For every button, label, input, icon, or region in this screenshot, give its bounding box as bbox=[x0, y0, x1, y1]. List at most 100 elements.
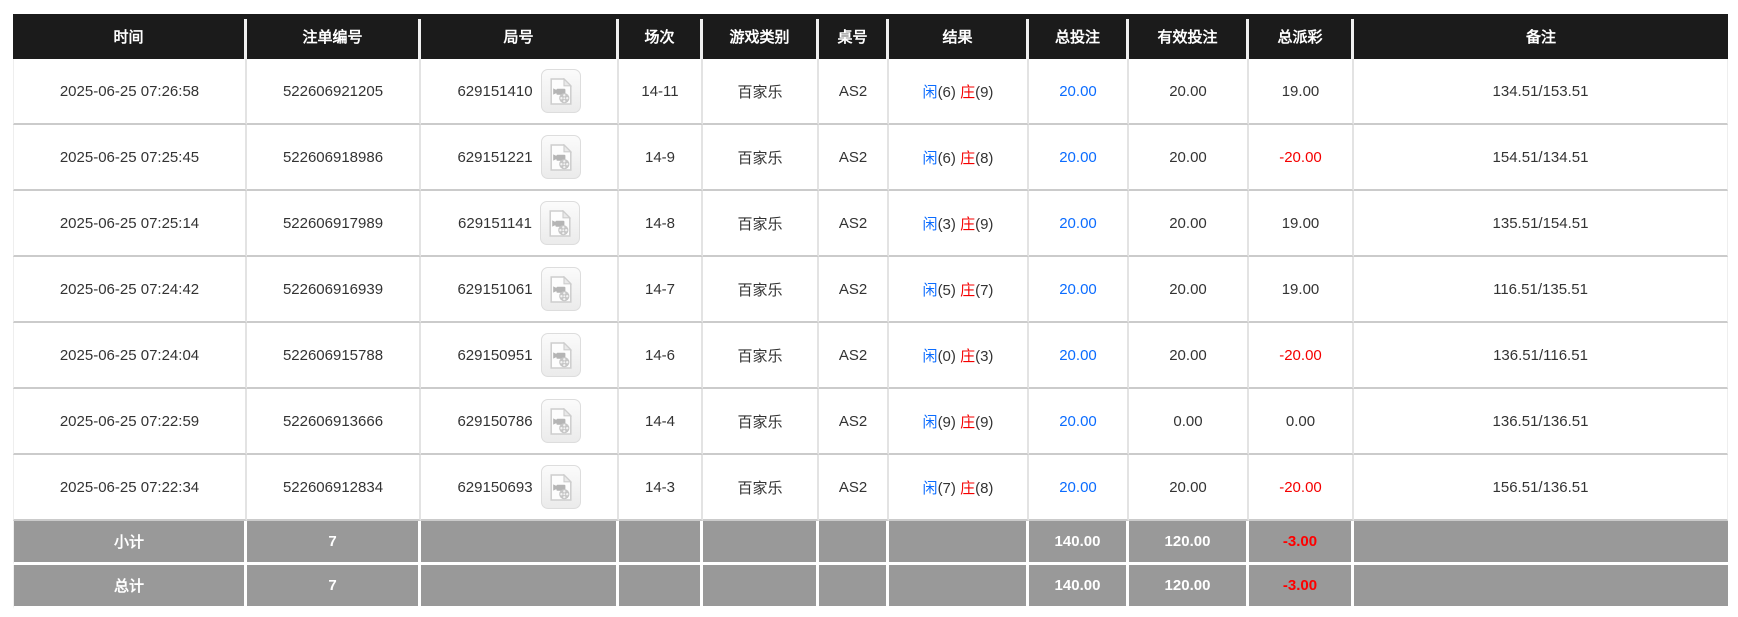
cell-table-no: AS2 bbox=[819, 125, 889, 191]
header-top-strip bbox=[13, 14, 1728, 19]
bet-records-table: 时间 注单编号 局号 场次 游戏类别 桌号 结果 总投注 有效投注 总派彩 备注… bbox=[13, 14, 1728, 609]
grand-total-total-payout: -3.00 bbox=[1249, 565, 1354, 609]
result-banker-score: (7) bbox=[975, 282, 993, 299]
cell-time: 2025-06-25 07:25:45 bbox=[13, 125, 247, 191]
cell-result: 闲(6) 庄(9) bbox=[889, 59, 1029, 125]
header-cell-total-bet: 总投注 bbox=[1029, 14, 1129, 59]
table-row: 2025-06-25 07:24:42 522606916939 6291510… bbox=[13, 257, 1728, 323]
cell-result: 闲(9) 庄(9) bbox=[889, 389, 1029, 455]
header-cell-round-no: 局号 bbox=[421, 14, 619, 59]
cell-session: 14-11 bbox=[619, 59, 703, 125]
subtotal-empty-result bbox=[889, 521, 1029, 565]
cell-bet-no: 522606913666 bbox=[247, 389, 421, 455]
result-player-score: (6) bbox=[938, 84, 956, 101]
cell-result: 闲(0) 庄(3) bbox=[889, 323, 1029, 389]
subtotal-total-bet: 140.00 bbox=[1029, 521, 1129, 565]
cell-total-payout: -20.00 bbox=[1249, 455, 1354, 521]
cell-valid-bet: 0.00 bbox=[1129, 389, 1249, 455]
video-file-icon bbox=[550, 78, 572, 105]
result-banker-score: (8) bbox=[975, 150, 993, 167]
result-player-label: 闲 bbox=[923, 414, 938, 431]
result-banker-score: (9) bbox=[975, 216, 993, 233]
result-player-label: 闲 bbox=[923, 480, 938, 497]
subtotal-label: 小计 bbox=[13, 521, 247, 565]
header-cell-valid-bet: 有效投注 bbox=[1129, 14, 1249, 59]
cell-bet-no: 522606917989 bbox=[247, 191, 421, 257]
result-player-label: 闲 bbox=[923, 84, 938, 101]
subtotal-empty-round bbox=[421, 521, 619, 565]
round-no-text: 629151141 bbox=[458, 215, 532, 232]
cell-valid-bet: 20.00 bbox=[1129, 455, 1249, 521]
cell-bet-no: 522606916939 bbox=[247, 257, 421, 323]
cell-total-bet: 20.00 bbox=[1029, 191, 1129, 257]
cell-result: 闲(7) 庄(8) bbox=[889, 455, 1029, 521]
subtotal-count: 7 bbox=[247, 521, 421, 565]
result-banker-label: 庄 bbox=[960, 414, 975, 431]
cell-remark: 154.51/134.51 bbox=[1354, 125, 1728, 191]
video-replay-button[interactable] bbox=[541, 465, 581, 509]
cell-total-payout: -20.00 bbox=[1249, 323, 1354, 389]
cell-round-no: 629151141 bbox=[421, 191, 619, 257]
cell-total-bet: 20.00 bbox=[1029, 59, 1129, 125]
cell-total-payout: 19.00 bbox=[1249, 191, 1354, 257]
result-banker-score: (3) bbox=[975, 348, 993, 365]
result-banker-score: (8) bbox=[975, 480, 993, 497]
round-no-text: 629151061 bbox=[457, 281, 532, 298]
table-header-row: 时间 注单编号 局号 场次 游戏类别 桌号 结果 总投注 有效投注 总派彩 备注 bbox=[13, 14, 1728, 59]
video-replay-button[interactable] bbox=[541, 135, 581, 179]
bet-records-panel: 时间 注单编号 局号 场次 游戏类别 桌号 结果 总投注 有效投注 总派彩 备注… bbox=[13, 14, 1728, 609]
round-no-text: 629150786 bbox=[457, 413, 532, 430]
cell-table-no: AS2 bbox=[819, 191, 889, 257]
result-player-label: 闲 bbox=[923, 348, 938, 365]
table-row: 2025-06-25 07:24:04 522606915788 6291509… bbox=[13, 323, 1728, 389]
cell-remark: 156.51/136.51 bbox=[1354, 455, 1728, 521]
cell-game-type: 百家乐 bbox=[703, 323, 819, 389]
cell-game-type: 百家乐 bbox=[703, 455, 819, 521]
cell-table-no: AS2 bbox=[819, 59, 889, 125]
video-replay-button[interactable] bbox=[541, 333, 581, 377]
header-cell-total-payout: 总派彩 bbox=[1249, 14, 1354, 59]
cell-total-bet: 20.00 bbox=[1029, 389, 1129, 455]
cell-session: 14-4 bbox=[619, 389, 703, 455]
cell-remark: 134.51/153.51 bbox=[1354, 59, 1728, 125]
header-cell-result: 结果 bbox=[889, 14, 1029, 59]
result-player-score: (5) bbox=[938, 282, 956, 299]
video-replay-button[interactable] bbox=[541, 267, 581, 311]
cell-game-type: 百家乐 bbox=[703, 125, 819, 191]
table-body: 2025-06-25 07:26:58 522606921205 6291514… bbox=[13, 59, 1728, 609]
cell-total-bet: 20.00 bbox=[1029, 455, 1129, 521]
subtotal-total-payout: -3.00 bbox=[1249, 521, 1354, 565]
result-player-label: 闲 bbox=[923, 216, 938, 233]
round-no-text: 629151221 bbox=[457, 149, 532, 166]
cell-table-no: AS2 bbox=[819, 323, 889, 389]
video-replay-button[interactable] bbox=[540, 201, 580, 245]
video-replay-button[interactable] bbox=[541, 399, 581, 443]
cell-session: 14-6 bbox=[619, 323, 703, 389]
cell-valid-bet: 20.00 bbox=[1129, 191, 1249, 257]
cell-valid-bet: 20.00 bbox=[1129, 323, 1249, 389]
grand-total-empty-result bbox=[889, 565, 1029, 609]
result-banker-label: 庄 bbox=[960, 150, 975, 167]
grand-total-empty-table-no bbox=[819, 565, 889, 609]
cell-table-no: AS2 bbox=[819, 455, 889, 521]
cell-round-no: 629151221 bbox=[421, 125, 619, 191]
table-row: 2025-06-25 07:26:58 522606921205 6291514… bbox=[13, 59, 1728, 125]
cell-remark: 116.51/135.51 bbox=[1354, 257, 1728, 323]
result-banker-label: 庄 bbox=[960, 84, 975, 101]
cell-total-payout: 0.00 bbox=[1249, 389, 1354, 455]
cell-valid-bet: 20.00 bbox=[1129, 125, 1249, 191]
cell-round-no: 629151061 bbox=[421, 257, 619, 323]
table-row: 2025-06-25 07:25:45 522606918986 6291512… bbox=[13, 125, 1728, 191]
grand-total-total-bet: 140.00 bbox=[1029, 565, 1129, 609]
round-no-text: 629150951 bbox=[457, 347, 532, 364]
table-row: 2025-06-25 07:22:59 522606913666 6291507… bbox=[13, 389, 1728, 455]
subtotal-valid-bet: 120.00 bbox=[1129, 521, 1249, 565]
cell-result: 闲(3) 庄(9) bbox=[889, 191, 1029, 257]
result-banker-label: 庄 bbox=[960, 216, 975, 233]
subtotal-empty-game-type bbox=[703, 521, 819, 565]
video-replay-button[interactable] bbox=[541, 69, 581, 113]
result-player-score: (9) bbox=[938, 414, 956, 431]
grand-total-valid-bet: 120.00 bbox=[1129, 565, 1249, 609]
cell-total-bet: 20.00 bbox=[1029, 323, 1129, 389]
cell-game-type: 百家乐 bbox=[703, 389, 819, 455]
